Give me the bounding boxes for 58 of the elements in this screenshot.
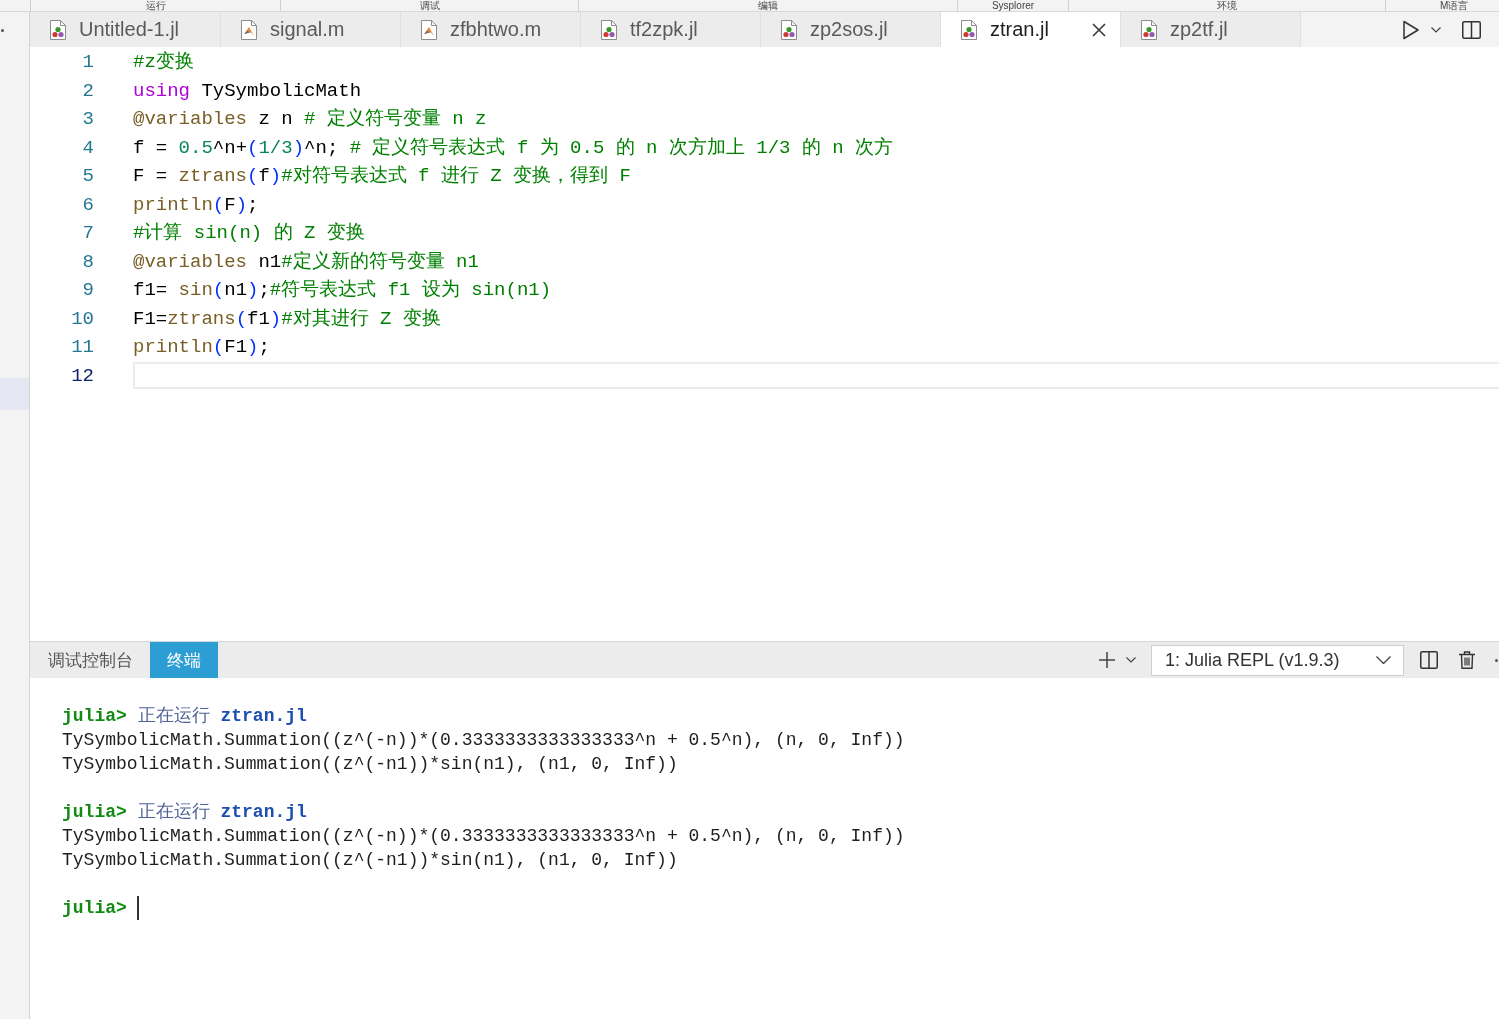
code-line: f1= sin(n1);#符号表达式 f1 设为 sin(n1) <box>133 278 552 303</box>
play-icon[interactable] <box>1402 19 1420 40</box>
line-number: 7 <box>81 221 94 246</box>
file-tab[interactable]: zp2tf.jl <box>1121 12 1301 47</box>
ribbon-group-label: 调试 <box>419 0 440 11</box>
code-line: f = 0.5^n+(1/3)^n; # 定义符号表达式 f 为 0.5 的 n 次方加上 1/3 的 n 次方 <box>133 135 894 160</box>
line-number: 9 <box>81 278 94 303</box>
file-tab[interactable]: tf2zpk.jl <box>581 12 761 47</box>
line-number: 1 <box>81 50 94 75</box>
ribbon-group-label: M语言 <box>1440 0 1469 11</box>
line-number: 12 <box>70 363 94 389</box>
line-number: 5 <box>81 164 94 189</box>
code-line: #计算 sin(n) 的 Z 变换 <box>133 221 365 246</box>
line-number: 3 <box>81 107 94 132</box>
code-line: using TySymbolicMath <box>133 78 362 103</box>
line-number: 4 <box>81 135 94 161</box>
terminal-line: TySymbolicMath.Summation((z^(-n))*(0.3333333333333333^n + 0.5^n), (n, 0, Inf)) <box>62 825 905 848</box>
caret-icon[interactable] <box>1431 26 1441 33</box>
line-number: 2 <box>81 78 94 104</box>
ribbon-group-label: Sysplorer <box>991 0 1035 11</box>
terminal-line: TySymbolicMath.Summation((z^(-n1))*sin(n1), (n1, 0, Inf)) <box>62 849 678 872</box>
close-icon[interactable] <box>1092 22 1106 37</box>
code-line: F = ztrans(f)#对符号表达式 f 进行 Z 变换，得到 F <box>133 164 631 189</box>
trash-icon[interactable] <box>1459 651 1475 669</box>
line-number: 10 <box>70 306 94 332</box>
ribbon-group-label: 运行 <box>145 0 166 11</box>
code-line: @variables n1#定义新的符号变量 n1 <box>133 249 479 274</box>
file-tab[interactable]: zfbhtwo.m <box>401 12 581 47</box>
chevron-down-icon <box>1376 656 1391 664</box>
split-view-icon[interactable] <box>1462 20 1481 39</box>
terminal-line: julia> 正在运行 ztran.jl <box>62 705 307 728</box>
plus-icon[interactable] <box>1099 652 1115 668</box>
terminal-line: julia> 正在运行 ztran.jl <box>62 801 307 824</box>
code-line: #z变换 <box>133 50 194 75</box>
code-line: F1=ztrans(f1)#对其进行 Z 变换 <box>133 306 441 331</box>
code-line: println(F1); <box>133 335 270 360</box>
panel-tab[interactable]: 终端 <box>150 642 218 678</box>
dot-icon <box>1495 658 1498 662</box>
line-number: 8 <box>81 249 94 275</box>
terminal-select[interactable]: 1: Julia REPL (v1.9.3) <box>1151 644 1404 676</box>
split-view-icon[interactable] <box>1420 651 1438 669</box>
ribbon-group-label: 编辑 <box>758 0 778 11</box>
code-line: println(F); <box>133 192 259 217</box>
ribbon-group-label: 环境 <box>1217 0 1237 11</box>
dot-icon <box>1 29 4 32</box>
code-line: @variables z n # 定义符号变量 n z <box>133 107 487 132</box>
line-number: 6 <box>81 192 94 218</box>
terminal-line: julia> <box>62 897 127 920</box>
sidebar-highlight <box>0 378 29 410</box>
terminal-line: TySymbolicMath.Summation((z^(-n1))*sin(n1), (n1, 0, Inf)) <box>62 753 678 776</box>
file-tab[interactable]: Untitled-1.jl <box>30 12 221 47</box>
file-tab[interactable]: ztran.jl <box>941 12 1121 47</box>
file-tab[interactable]: signal.m <box>221 12 401 47</box>
line-number: 11 <box>70 335 94 360</box>
caret-icon[interactable] <box>1126 657 1136 663</box>
file-tab[interactable]: zp2sos.jl <box>761 12 941 47</box>
panel-tab[interactable]: 调试控制台 <box>31 642 150 678</box>
terminal-line: TySymbolicMath.Summation((z^(-n))*(0.3333333333333333^n + 0.5^n), (n, 0, Inf)) <box>62 729 905 752</box>
